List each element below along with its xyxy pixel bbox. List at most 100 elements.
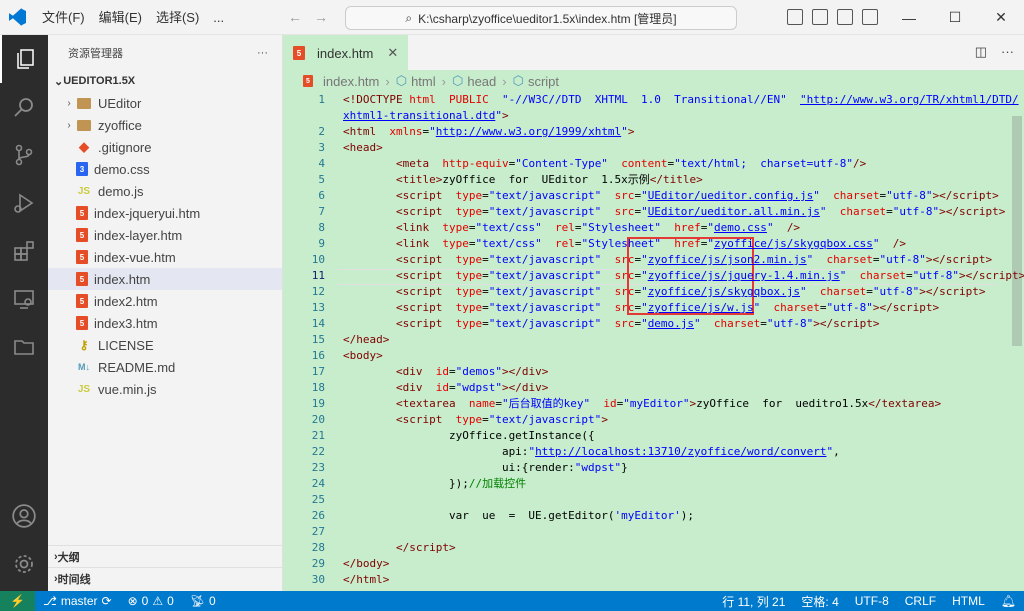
- file-tree-item[interactable]: 5 index2.htm: [48, 290, 282, 312]
- close-icon[interactable]: ✕: [978, 0, 1024, 35]
- customize-layout-icon[interactable]: [862, 9, 878, 25]
- line-number: 30: [311, 573, 325, 586]
- menu-selection[interactable]: 选择(S): [149, 0, 206, 35]
- language-mode[interactable]: HTML: [944, 594, 993, 608]
- minimize-icon[interactable]: —: [886, 0, 932, 35]
- toggle-secondary-sidebar-icon[interactable]: [837, 9, 853, 25]
- file-tree-item[interactable]: 5 index-jqueryui.htm: [48, 202, 282, 224]
- code-editor[interactable]: 1 <!DOCTYPE html PUBLIC "-//W3C//DTD XHTM…: [283, 92, 1024, 591]
- breadcrumb-script[interactable]: script: [528, 74, 559, 89]
- cursor-position[interactable]: 行 11, 列 21: [714, 593, 793, 610]
- notifications-icon[interactable]: 🔔︎: [993, 594, 1024, 608]
- command-center[interactable]: ⌕ K:\csharp\zyoffice\ueditor1.5x\index.h…: [345, 6, 737, 30]
- file-tree-item[interactable]: › zyoffice: [48, 114, 282, 136]
- ports-count: 0: [209, 594, 216, 608]
- html-file-icon: 5: [76, 316, 88, 330]
- remote-explorer-icon[interactable]: [0, 275, 48, 323]
- line-number: 19: [311, 397, 325, 410]
- search-icon[interactable]: [0, 83, 48, 131]
- toggle-panel-icon[interactable]: [812, 9, 828, 25]
- file-tree-item[interactable]: › UEditor: [48, 92, 282, 114]
- file-tree-item-label: index-jqueryui.htm: [94, 205, 201, 221]
- code-line: <script type="text/javascript" src="UEdi…: [395, 189, 999, 202]
- workspace-root-label: UEDITOR1.5X: [63, 75, 136, 87]
- file-tree-item[interactable]: 5 index3.htm: [48, 312, 282, 334]
- workspace-root[interactable]: ⌄ UEDITOR1.5X: [48, 70, 282, 92]
- file-tree-item[interactable]: ⚷ LICENSE: [48, 334, 282, 356]
- back-arrow-icon[interactable]: ←: [288, 9, 302, 25]
- menu-file[interactable]: 文件(F): [35, 0, 92, 35]
- line-number: 12: [311, 285, 325, 298]
- breadcrumb-separator: ›: [385, 73, 390, 89]
- file-tree-item[interactable]: JS vue.min.js: [48, 378, 282, 400]
- chevron-right-icon: ›: [67, 97, 71, 109]
- explorer-title: 资源管理器: [68, 47, 123, 60]
- element-icon: ⬡: [512, 73, 524, 88]
- more-actions-icon[interactable]: ···: [257, 47, 268, 59]
- code-line: <title>zyOffice for UEditor 1.5x示例</titl…: [395, 173, 703, 186]
- forward-arrow-icon[interactable]: →: [314, 9, 328, 25]
- ports-status[interactable]: 📡︎ 0: [182, 594, 224, 608]
- timeline-section[interactable]: › 时间线: [48, 567, 283, 589]
- code-line: <textarea name="后台取值的key" id="myEditor">…: [395, 397, 942, 410]
- close-tab-icon[interactable]: ✕: [387, 45, 398, 61]
- run-debug-icon[interactable]: [0, 179, 48, 227]
- html-file-icon: 5: [76, 272, 88, 286]
- line-number: 13: [311, 301, 325, 314]
- problems-status[interactable]: ⊗ 0 ⚠ 0: [120, 594, 182, 608]
- sync-icon: ⟳: [101, 594, 112, 608]
- line-number: 10: [311, 253, 325, 266]
- extensions-icon[interactable]: [0, 227, 48, 275]
- file-tree-item[interactable]: 5 index-vue.htm: [48, 246, 282, 268]
- line-number: 3: [318, 141, 325, 154]
- code-line: zyOffice.getInstance({: [343, 429, 595, 442]
- branch-status[interactable]: ⎇ master ⟳: [35, 594, 120, 608]
- file-tree-item[interactable]: M↓ README.md: [48, 356, 282, 378]
- file-encoding[interactable]: UTF-8: [847, 594, 897, 608]
- file-tree-item[interactable]: 3 demo.css: [48, 158, 282, 180]
- file-tree-item[interactable]: ◆ .gitignore: [48, 136, 282, 158]
- element-icon: ⬡: [395, 73, 408, 88]
- breadcrumb-html[interactable]: html: [411, 74, 436, 89]
- toggle-sidebar-icon[interactable]: [787, 9, 803, 25]
- vscode-logo-icon: [0, 0, 35, 35]
- code-line: <script type="text/javascript" src="demo…: [395, 317, 880, 330]
- file-tree-item-label: demo.css: [94, 161, 150, 177]
- account-icon[interactable]: [0, 503, 48, 529]
- maximize-icon[interactable]: ☐: [932, 0, 978, 35]
- code-line: api:"http://localhost:13710/zyoffice/wor…: [343, 445, 840, 458]
- file-tree-item[interactable]: JS demo.js: [48, 180, 282, 202]
- file-tree-item[interactable]: 5 index.htm: [48, 268, 282, 290]
- code-line: <script type="text/javascript" src="zyof…: [395, 253, 993, 266]
- more-actions-icon[interactable]: ···: [1001, 44, 1014, 60]
- license-file-icon: ⚷: [79, 338, 89, 352]
- breadcrumb-file[interactable]: index.htm: [323, 74, 379, 89]
- menu-more[interactable]: ...: [206, 0, 231, 35]
- folder-icon[interactable]: [0, 323, 48, 371]
- end-of-line[interactable]: CRLF: [897, 594, 944, 608]
- remote-indicator-icon[interactable]: ⚡: [0, 591, 35, 611]
- line-number: 7: [318, 205, 325, 218]
- tab-index-htm[interactable]: 5 index.htm ✕: [283, 35, 409, 70]
- html-file-icon: 5: [76, 294, 88, 308]
- indentation[interactable]: 空格: 4: [793, 593, 846, 610]
- line-number: 21: [311, 429, 325, 442]
- split-editor-icon[interactable]: ◫: [975, 44, 987, 60]
- file-tree-item-label: README.md: [98, 359, 176, 375]
- menu-edit[interactable]: 编辑(E): [92, 0, 149, 35]
- breadcrumb-separator: ›: [502, 73, 507, 89]
- explorer-icon[interactable]: [0, 35, 48, 83]
- source-control-icon[interactable]: [0, 131, 48, 179]
- outline-section[interactable]: › 大纲: [48, 545, 283, 567]
- line-number: 22: [311, 445, 325, 458]
- line-number: 9: [318, 237, 325, 250]
- breadcrumb-head[interactable]: head: [467, 74, 496, 89]
- settings-gear-icon[interactable]: [0, 552, 48, 576]
- code-line: <div id="wdpst"></div>: [395, 381, 549, 394]
- git-file-icon: ◆: [79, 139, 89, 154]
- vertical-scrollbar[interactable]: [1010, 92, 1024, 591]
- html-file-icon: 5: [303, 75, 313, 87]
- scrollbar-thumb[interactable]: [1012, 116, 1022, 346]
- js-file-icon: JS: [77, 185, 91, 197]
- file-tree-item[interactable]: 5 index-layer.htm: [48, 224, 282, 246]
